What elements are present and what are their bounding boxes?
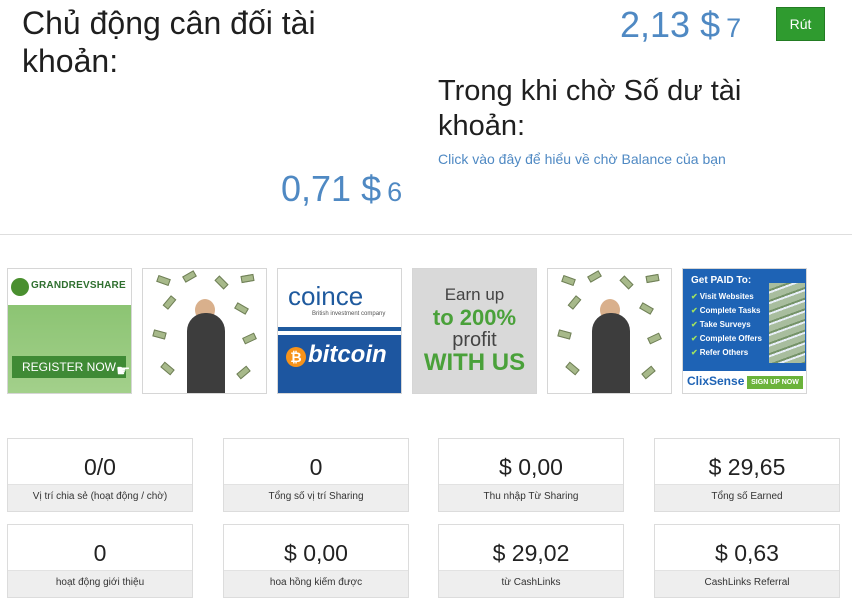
stat-label: hoa hồng kiếm được bbox=[224, 570, 408, 597]
stat-card: 0 hoạt động giới thiệu bbox=[7, 524, 193, 598]
coince-brand: coince bbox=[288, 281, 364, 311]
stat-label: Tổng số vị trí Sharing bbox=[224, 484, 408, 511]
active-balance-amount: 0,71 $6 bbox=[281, 168, 402, 210]
clix-item: ✔ Complete Tasks bbox=[691, 306, 761, 315]
person-icon bbox=[187, 313, 225, 393]
money-bill-icon bbox=[645, 273, 660, 284]
check-icon: ✔ bbox=[691, 320, 698, 329]
stat-label: từ CashLinks bbox=[439, 570, 623, 597]
stat-value: 0 bbox=[309, 454, 323, 480]
money-bill-icon bbox=[639, 302, 654, 315]
stat-card: $ 29,65 Tổng số Earned bbox=[654, 438, 840, 512]
stat-card: $ 0,00 Thu nhập Từ Sharing bbox=[438, 438, 624, 512]
money-bill-icon bbox=[619, 275, 634, 290]
money-bill-icon bbox=[152, 329, 167, 340]
check-icon: ✔ bbox=[691, 334, 698, 343]
earn-line-2: to 200% bbox=[432, 305, 517, 330]
pending-balance-amount: 2,13 $7 bbox=[620, 4, 741, 46]
money-bill-icon bbox=[162, 295, 177, 310]
person-icon bbox=[592, 313, 630, 393]
pending-balance-title: Trong khi chờ Số dư tài khoản: bbox=[438, 75, 742, 142]
stats-grid: 0/0 Vị trí chia sẻ (hoạt động / chờ) 0 T… bbox=[7, 438, 840, 604]
stat-label: Tổng số Earned bbox=[655, 484, 839, 511]
pending-balance-main: 2,13 $ bbox=[620, 4, 721, 45]
register-now-button[interactable]: REGISTER NOW bbox=[12, 356, 126, 378]
money-bill-icon bbox=[156, 274, 171, 287]
clix-item: ✔ Complete Offers bbox=[691, 334, 762, 343]
active-balance-title: Chủ động cân đối tài khoản: bbox=[22, 5, 316, 79]
active-balance-main: 0,71 $ bbox=[281, 168, 382, 209]
banner-clixsense[interactable]: Get PAID To: ✔ Visit Websites ✔ Complete T… bbox=[682, 268, 807, 394]
money-bill-icon bbox=[561, 274, 576, 287]
banner-money-2[interactable] bbox=[547, 268, 672, 394]
stat-label: CashLinks Referral bbox=[655, 570, 839, 597]
check-icon: ✔ bbox=[691, 292, 698, 301]
earn-line-1: Earn up bbox=[444, 285, 505, 304]
money-bill-icon bbox=[234, 302, 249, 315]
stat-label: Thu nhập Từ Sharing bbox=[439, 484, 623, 511]
money-bill-icon bbox=[567, 295, 582, 310]
pending-balance-suffix: 7 bbox=[726, 13, 742, 43]
stat-card: 0/0 Vị trí chia sẻ (hoạt động / chờ) bbox=[7, 438, 193, 512]
stat-label: Vị trí chia sẻ (hoạt động / chờ) bbox=[8, 484, 192, 511]
clixsense-logo: ClixSense bbox=[687, 374, 745, 388]
money-stack-icon bbox=[769, 283, 805, 363]
hand-cursor-icon: ☛ bbox=[116, 363, 131, 380]
banner-grandrevshare[interactable]: GRANDREVSHARE REGISTER NOW ☛ bbox=[7, 268, 132, 394]
money-bill-icon bbox=[182, 270, 197, 283]
banner-coince[interactable]: coince British investment company ₿ bitc… bbox=[277, 268, 402, 394]
money-bill-icon bbox=[587, 270, 602, 283]
bitcoin-word: bitcoin bbox=[308, 341, 387, 368]
money-bill-icon bbox=[557, 329, 572, 340]
stat-value: $ 0,00 bbox=[284, 540, 348, 566]
grandrevshare-logo-icon bbox=[11, 278, 29, 296]
clix-item: ✔ Visit Websites bbox=[691, 292, 754, 301]
earn-line-4: WITH US bbox=[423, 349, 526, 376]
stat-label: hoạt động giới thiệu bbox=[8, 570, 192, 597]
money-bill-icon bbox=[160, 361, 175, 376]
coince-tagline: British investment company bbox=[312, 311, 386, 317]
withdraw-button[interactable]: Rút bbox=[776, 7, 825, 41]
money-bill-icon bbox=[641, 365, 656, 380]
clix-item: ✔ Take Surveys bbox=[691, 320, 751, 329]
clix-list: ✔ Visit Websites ✔ Complete Tasks ✔ Take Su… bbox=[691, 290, 762, 360]
clix-title: Get PAID To: bbox=[691, 275, 752, 286]
money-bill-icon bbox=[214, 275, 229, 290]
money-bill-icon bbox=[242, 332, 257, 345]
clix-item: ✔ Refer Others bbox=[691, 348, 749, 357]
grandrevshare-logo-text: GRANDREVSHARE bbox=[31, 280, 126, 291]
banner-earn[interactable]: Earn up to 200% profit WITH US bbox=[412, 268, 537, 394]
banner-money-1[interactable] bbox=[142, 268, 267, 394]
section-divider bbox=[0, 234, 852, 235]
check-icon: ✔ bbox=[691, 348, 698, 357]
stat-value: $ 29,65 bbox=[708, 454, 786, 480]
money-bill-icon bbox=[647, 332, 662, 345]
money-bill-icon bbox=[240, 273, 255, 284]
check-icon: ✔ bbox=[691, 306, 698, 315]
stat-card: $ 0,63 CashLinks Referral bbox=[654, 524, 840, 598]
stat-value: $ 0,00 bbox=[499, 454, 563, 480]
pending-balance-help-link[interactable]: Click vào đây để hiểu về chờ Balance của… bbox=[438, 151, 726, 167]
stat-value: $ 0,63 bbox=[715, 540, 779, 566]
banner-row: GRANDREVSHARE REGISTER NOW ☛ coince Brit… bbox=[7, 268, 817, 394]
money-bill-icon bbox=[565, 361, 580, 376]
stat-card: 0 Tổng số vị trí Sharing bbox=[223, 438, 409, 512]
stat-value: 0/0 bbox=[84, 454, 116, 480]
stat-value: $ 29,02 bbox=[492, 540, 570, 566]
bitcoin-icon: ₿ bbox=[286, 347, 306, 367]
stat-value: 0 bbox=[93, 540, 107, 566]
stat-card: $ 0,00 hoa hồng kiếm được bbox=[223, 524, 409, 598]
money-bill-icon bbox=[236, 365, 251, 380]
stat-card: $ 29,02 từ CashLinks bbox=[438, 524, 624, 598]
sign-up-now-button[interactable]: SIGN UP NOW bbox=[747, 376, 803, 389]
active-balance-suffix: 6 bbox=[387, 177, 403, 207]
